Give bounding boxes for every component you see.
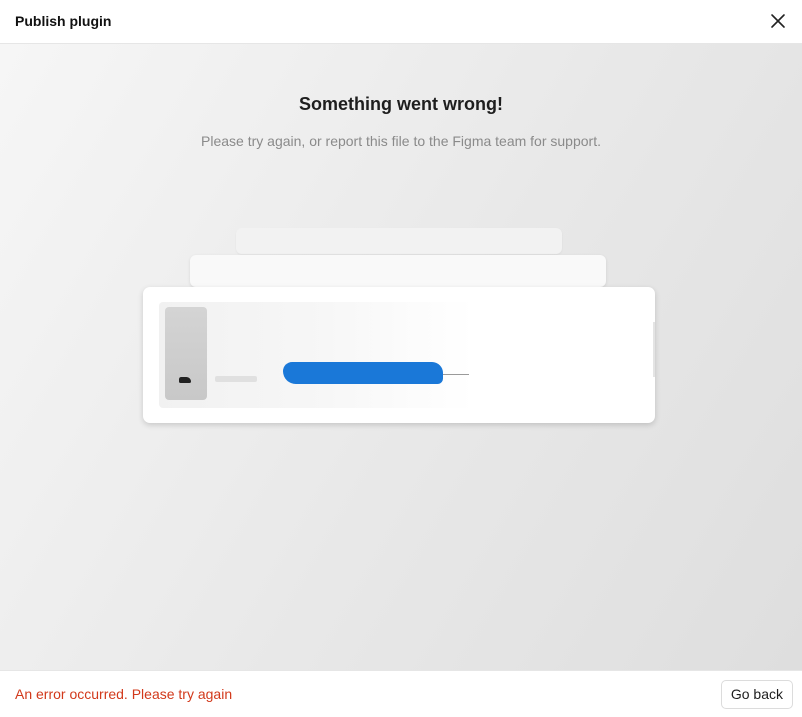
thumbnail-mark — [179, 377, 191, 383]
preview-thumbnail — [165, 307, 207, 400]
error-heading: Something went wrong! — [299, 94, 503, 114]
redacted-text-overlay — [283, 362, 443, 384]
error-content-area: Something went wrong! Please try again, … — [0, 44, 802, 670]
close-button[interactable] — [768, 11, 788, 31]
dialog-header: Publish plugin — [0, 0, 802, 44]
dialog-footer: An error occurred. Please try again Go b… — [0, 670, 802, 717]
publish-plugin-dialog: Publish plugin Something went wrong! Ple… — [0, 0, 802, 717]
plugin-preview-card — [143, 287, 655, 423]
go-back-button[interactable]: Go back — [720, 680, 793, 709]
plugin-preview-image — [159, 302, 579, 408]
redaction-tail — [443, 374, 469, 375]
error-message: An error occurred. Please try again — [15, 686, 233, 702]
error-description: Please try again, or report this file to… — [201, 133, 601, 149]
close-icon — [771, 14, 785, 28]
card-edge — [653, 322, 655, 377]
stacked-card-middle — [190, 255, 606, 287]
dialog-title: Publish plugin — [15, 13, 112, 29]
preview-line — [215, 376, 257, 382]
stacked-card-back — [236, 228, 562, 254]
